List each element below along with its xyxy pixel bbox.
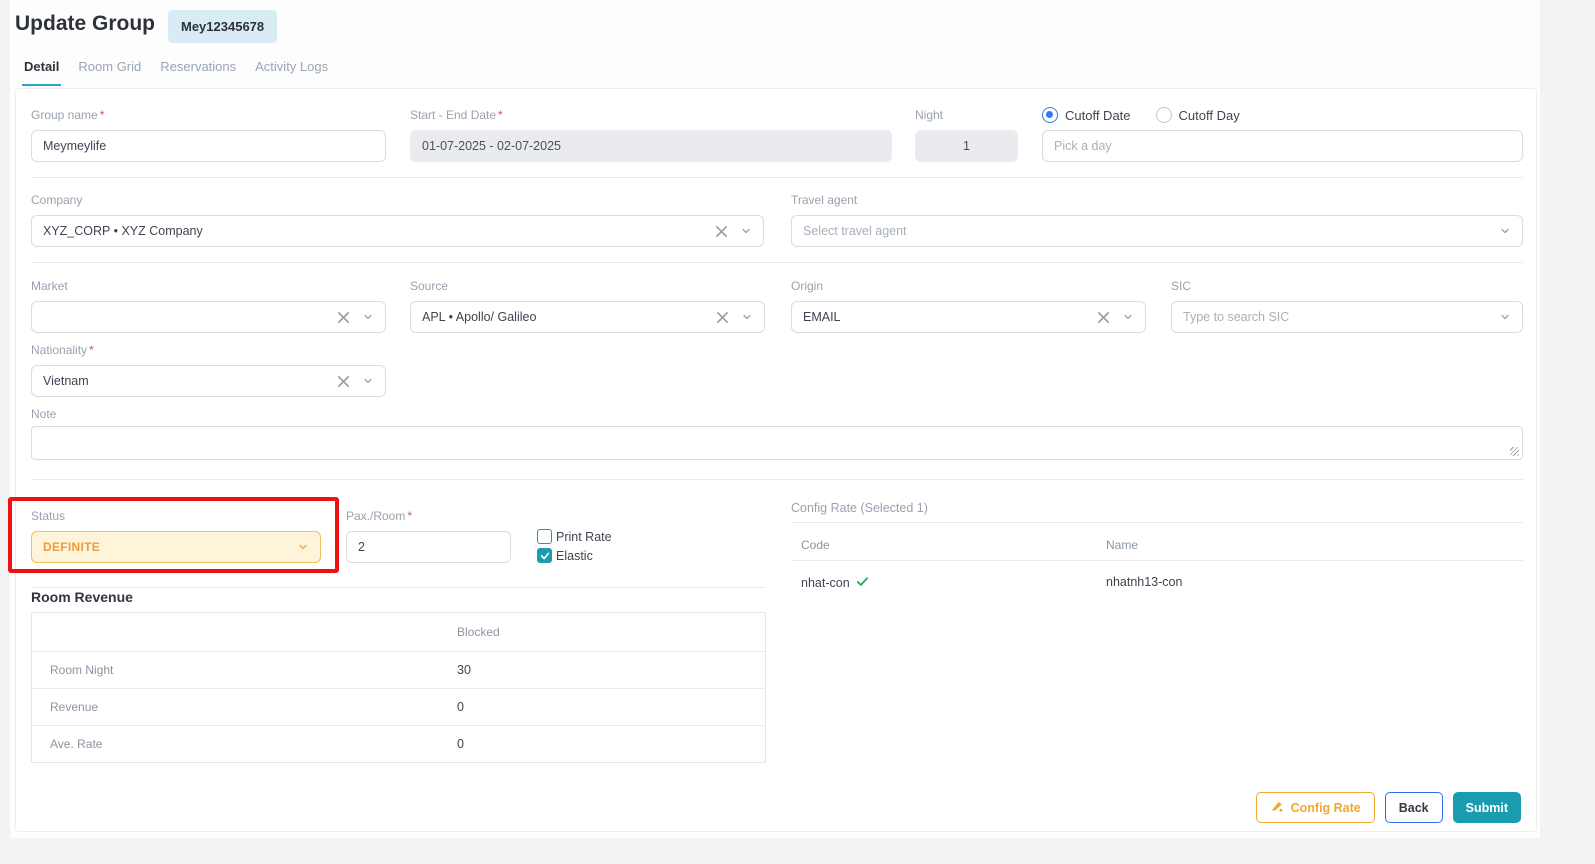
chevron-down-icon[interactable] <box>741 311 753 323</box>
row-label: Room Night <box>32 663 457 677</box>
table-row: Revenue 0 <box>32 688 765 725</box>
row-label: Revenue <box>32 700 457 714</box>
tab-reservations[interactable]: Reservations <box>158 57 238 86</box>
cutoff-date-picker[interactable]: Pick a day <box>1042 130 1523 162</box>
nationality-label: Nationality* <box>31 343 94 357</box>
chevron-down-icon[interactable] <box>1499 225 1511 237</box>
row-value: 30 <box>457 663 471 677</box>
cutoff-date-radio[interactable]: Cutoff Date <box>1042 107 1131 123</box>
submit-button[interactable]: Submit <box>1453 792 1521 823</box>
code-column-header: Code <box>801 538 830 552</box>
group-name-input[interactable]: Meymeylife <box>31 130 386 162</box>
divider <box>31 587 766 588</box>
clear-icon[interactable] <box>337 311 350 324</box>
required-mark: * <box>407 509 412 523</box>
travel-agent-select[interactable]: Select travel agent <box>791 215 1523 247</box>
back-button[interactable]: Back <box>1385 792 1443 823</box>
table-row: Ave. Rate 0 <box>32 725 765 762</box>
status-select[interactable]: DEFINITE <box>31 531 321 563</box>
radio-selected-icon <box>1042 107 1058 123</box>
clear-icon[interactable] <box>716 311 729 324</box>
page-title: Update Group <box>15 12 155 36</box>
source-label: Source <box>410 279 448 293</box>
night-input: 1 <box>915 130 1018 162</box>
row-value: 0 <box>457 700 464 714</box>
required-mark: * <box>100 108 105 122</box>
clear-icon[interactable] <box>715 225 728 238</box>
cutoff-radio-group: Cutoff Date Cutoff Day <box>1042 107 1240 123</box>
required-mark: * <box>89 343 94 357</box>
checkbox-unchecked-icon <box>537 529 552 544</box>
row-label: Ave. Rate <box>32 737 457 751</box>
nationality-select[interactable]: Vietnam <box>31 365 386 397</box>
tab-activity-logs[interactable]: Activity Logs <box>253 57 330 86</box>
source-select[interactable]: APL • Apollo/ Galileo <box>410 301 765 333</box>
market-label: Market <box>31 279 68 293</box>
elastic-checkbox[interactable]: Elastic <box>537 548 593 563</box>
date-range-input: 01-07-2025 - 02-07-2025 <box>410 130 892 162</box>
chevron-down-icon[interactable] <box>740 225 752 237</box>
room-revenue-table: Blocked Room Night 30 Revenue 0 Ave. Rat… <box>31 612 766 763</box>
status-label: Status <box>31 509 65 523</box>
note-textarea[interactable] <box>31 426 1523 460</box>
company-label: Company <box>31 193 82 207</box>
divider <box>791 522 1523 523</box>
divider <box>31 479 1523 480</box>
checkbox-checked-icon <box>537 548 552 563</box>
date-range-label: Start - End Date* <box>410 108 503 122</box>
company-select[interactable]: XYZ_CORP • XYZ Company <box>31 215 764 247</box>
chevron-down-icon[interactable] <box>362 375 374 387</box>
cutoff-day-radio[interactable]: Cutoff Day <box>1156 107 1240 123</box>
chevron-down-icon[interactable] <box>297 541 309 553</box>
tab-detail[interactable]: Detail <box>22 57 61 86</box>
clear-icon[interactable] <box>1097 311 1110 324</box>
origin-label: Origin <box>791 279 823 293</box>
config-rate-title: Config Rate (Selected 1) <box>791 501 928 515</box>
origin-select[interactable]: EMAIL <box>791 301 1146 333</box>
clear-icon[interactable] <box>337 375 350 388</box>
divider <box>31 177 1523 178</box>
detail-form-card: Group name* Meymeylife Start - End Date*… <box>15 88 1537 832</box>
required-mark: * <box>498 108 503 122</box>
divider <box>31 262 1523 263</box>
night-label: Night <box>915 108 943 122</box>
chevron-down-icon[interactable] <box>1122 311 1134 323</box>
pax-room-input[interactable]: 2 <box>346 531 511 563</box>
row-value: 0 <box>457 737 464 751</box>
table-header-row: Blocked <box>32 613 765 651</box>
resize-handle-icon[interactable] <box>1510 447 1519 456</box>
rate-pen-icon <box>1270 799 1284 816</box>
room-revenue-title: Room Revenue <box>31 589 133 605</box>
group-name-label: Group name* <box>31 108 104 122</box>
travel-agent-label: Travel agent <box>791 193 857 207</box>
sic-select[interactable]: Type to search SIC <box>1171 301 1523 333</box>
print-rate-checkbox[interactable]: Print Rate <box>537 529 612 544</box>
divider <box>791 560 1523 561</box>
sic-label: SIC <box>1171 279 1191 293</box>
footer-actions: Config Rate Back Submit <box>1256 792 1521 823</box>
chevron-down-icon[interactable] <box>1499 311 1511 323</box>
config-rate-button[interactable]: Config Rate <box>1256 792 1375 823</box>
tab-room-grid[interactable]: Room Grid <box>76 57 143 86</box>
group-code-badge: Mey12345678 <box>168 10 277 43</box>
selected-check-icon <box>856 575 869 591</box>
blocked-column-header: Blocked <box>457 625 500 639</box>
note-label: Note <box>31 407 56 421</box>
chevron-down-icon[interactable] <box>362 311 374 323</box>
radio-unselected-icon <box>1156 107 1172 123</box>
config-rate-row-name: nhatnh13-con <box>1106 575 1182 589</box>
tab-bar: Detail Room Grid Reservations Activity L… <box>22 57 330 86</box>
table-row: Room Night 30 <box>32 651 765 688</box>
config-rate-row-code: nhat-con <box>801 575 869 591</box>
market-select[interactable] <box>31 301 386 333</box>
name-column-header: Name <box>1106 538 1138 552</box>
pax-room-label: Pax./Room* <box>346 509 412 523</box>
